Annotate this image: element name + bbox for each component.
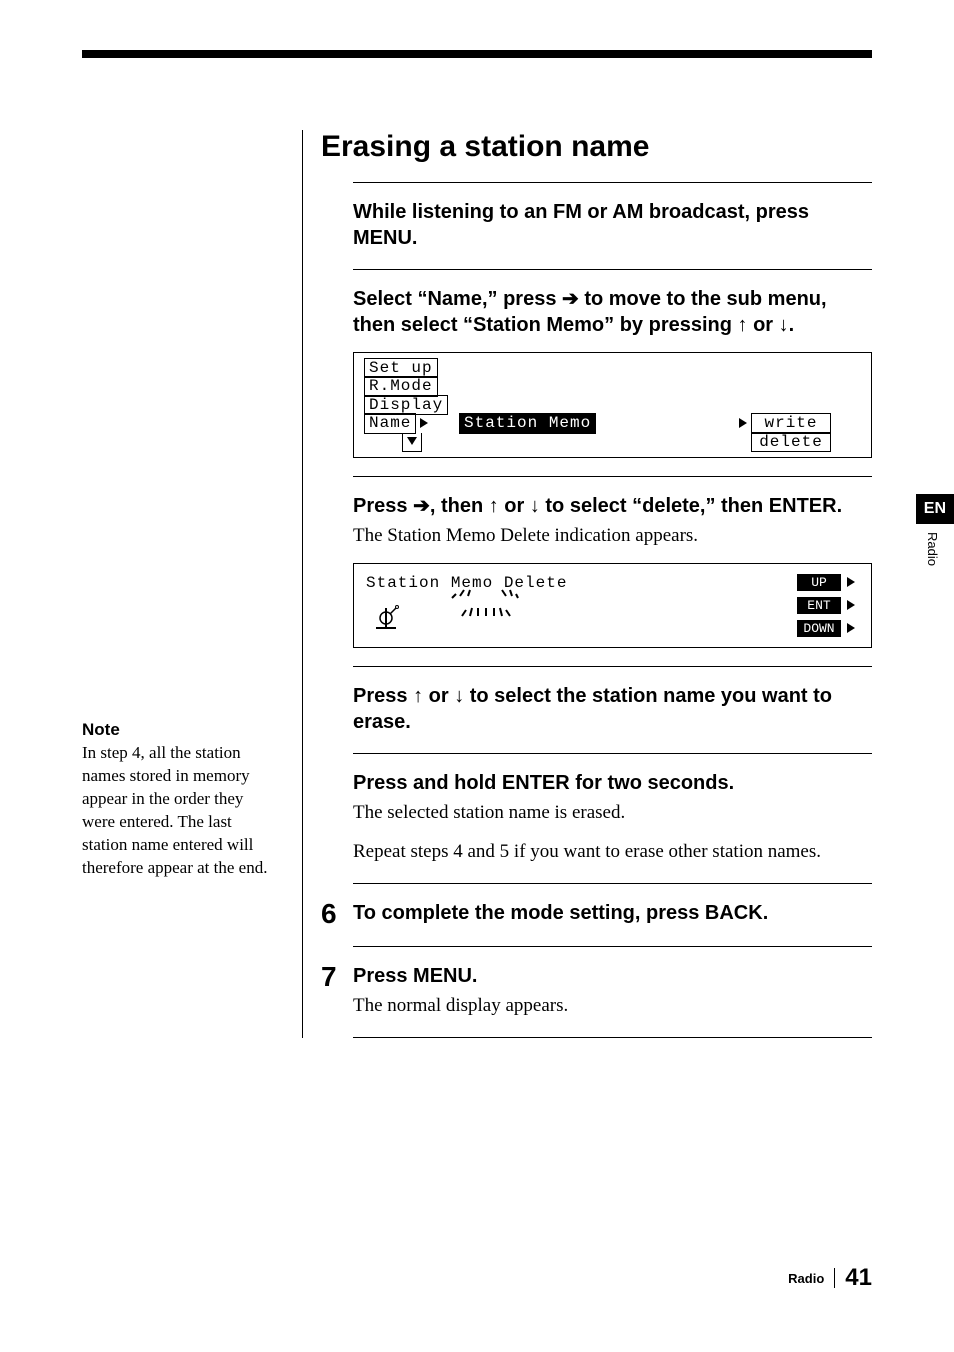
- step-6-heading: To complete the mode setting, press BACK…: [353, 900, 872, 926]
- menu-item: Set up: [364, 358, 438, 378]
- step-7: 7 Press MENU. The normal display appears…: [353, 946, 872, 1038]
- text: .: [789, 314, 795, 336]
- lcd-button-stack: UP ENT DOWN: [797, 574, 859, 637]
- triangle-right-icon: [847, 623, 855, 633]
- lcd-ent-label: ENT: [797, 597, 841, 614]
- text: Select “Name,” press: [353, 288, 562, 310]
- text: , then: [430, 495, 489, 517]
- manual-page: Note In step 4, all the station names st…: [0, 0, 954, 1352]
- step-5-heading: Press and hold ENTER for two seconds.: [353, 770, 872, 796]
- page-side-tab: EN Radio: [916, 494, 954, 566]
- step-3-body: The Station Memo Delete indication appea…: [353, 523, 872, 549]
- menu-item: R.Mode: [364, 376, 438, 396]
- text: or: [423, 685, 454, 707]
- main-column: Erasing a station name While listening t…: [321, 130, 872, 1038]
- step-4: Press ↑ or ↓ to select the station name …: [353, 666, 872, 753]
- page-number: 41: [845, 1264, 872, 1292]
- step-7-body: The normal display appears.: [353, 993, 872, 1019]
- step-6: 6 To complete the mode setting, press BA…: [353, 883, 872, 946]
- triangle-right-icon: [847, 577, 855, 587]
- triangle-right-icon: [420, 418, 428, 428]
- arrow-down-icon: ↓: [779, 314, 789, 336]
- submenu-station-memo: Station Memo: [459, 413, 596, 433]
- top-rule: [82, 50, 872, 58]
- language-badge: EN: [916, 494, 954, 524]
- text: to select “delete,” then ENTER.: [540, 495, 842, 517]
- note-column: Note In step 4, all the station names st…: [82, 130, 302, 1038]
- arrow-up-icon: ↑: [738, 314, 748, 336]
- arrow-up-icon: ↑: [413, 685, 423, 707]
- step-5: Press and hold ENTER for two seconds. Th…: [353, 753, 872, 883]
- lcd-title: Station Memo Delete: [366, 574, 797, 592]
- step-1-heading: While listening to an FM or AM broadcast…: [353, 199, 872, 251]
- step-3-heading: Press ➔, then ↑ or ↓ to select “delete,”…: [353, 493, 872, 519]
- section-tab-label: Radio: [925, 532, 940, 566]
- arrow-down-icon: ↓: [454, 685, 464, 707]
- arrow-down-icon: ↓: [530, 495, 540, 517]
- page-footer: Radio 41: [788, 1264, 872, 1292]
- text: Press: [353, 685, 413, 707]
- step-2: Select “Name,” press ➔ to move to the su…: [353, 269, 872, 476]
- menu-item: Display: [364, 395, 448, 415]
- triangle-down-icon: [407, 437, 417, 445]
- step-3: Press ➔, then ↑ or ↓ to select “delete,”…: [353, 476, 872, 666]
- antenna-icon: [366, 604, 406, 637]
- arrow-right-icon: ➔: [562, 288, 579, 310]
- lcd-down-label: DOWN: [797, 620, 841, 637]
- text: or: [748, 314, 779, 336]
- arrow-up-icon: ↑: [489, 495, 499, 517]
- triangle-right-icon: [739, 418, 747, 428]
- step-number: 6: [321, 900, 353, 928]
- footer-divider: [834, 1268, 835, 1288]
- step-number: 7: [321, 963, 353, 1019]
- step-5-body2: Repeat steps 4 and 5 if you want to eras…: [353, 839, 872, 865]
- two-column-layout: Note In step 4, all the station names st…: [82, 130, 872, 1038]
- note-heading: Note: [82, 720, 280, 740]
- lcd-delete-screen: Station Memo Delete: [353, 563, 872, 648]
- text: Press: [353, 495, 413, 517]
- column-divider: [302, 130, 303, 1038]
- step-7-heading: Press MENU.: [353, 963, 872, 989]
- step-2-heading: Select “Name,” press ➔ to move to the su…: [353, 286, 872, 338]
- note-body: In step 4, all the station names stored …: [82, 742, 280, 880]
- step-1: While listening to an FM or AM broadcast…: [353, 182, 872, 269]
- footer-section: Radio: [788, 1271, 824, 1286]
- section-title: Erasing a station name: [321, 130, 872, 164]
- arrow-right-icon: ➔: [413, 495, 430, 517]
- triangle-right-icon: [847, 600, 855, 610]
- menu-item-name: Name: [364, 413, 416, 433]
- submenu-write: write: [751, 413, 831, 433]
- text: or: [499, 495, 530, 517]
- step-5-body: The selected station name is erased.: [353, 800, 872, 826]
- step-4-heading: Press ↑ or ↓ to select the station name …: [353, 683, 872, 735]
- submenu-delete: delete: [751, 432, 831, 452]
- lcd-up-label: UP: [797, 574, 841, 591]
- lcd-menu-screen: Set up R.Mode Display Name Station Memo …: [353, 352, 872, 458]
- signal-wave-icon: [446, 586, 526, 631]
